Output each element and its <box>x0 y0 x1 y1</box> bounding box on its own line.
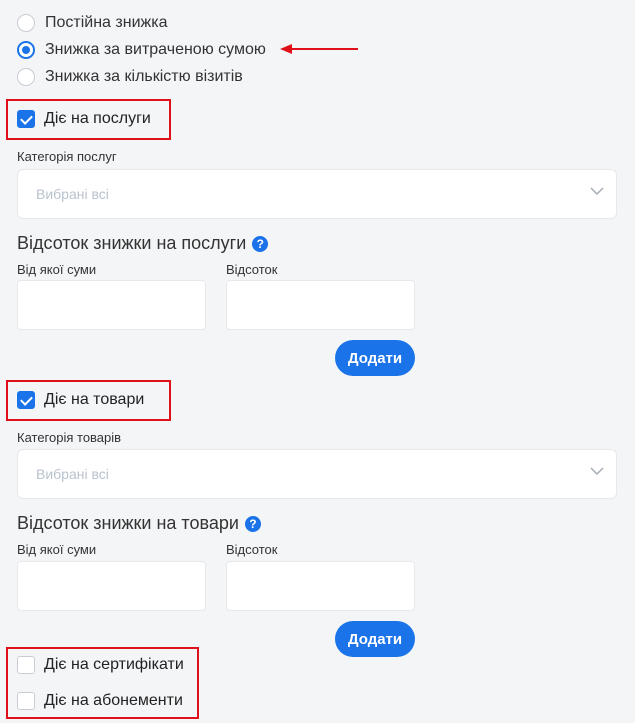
help-icon[interactable]: ? <box>244 515 261 532</box>
services-category-value: Вибрані всі <box>36 186 109 202</box>
goods-add-button[interactable]: Додати <box>335 621 415 657</box>
certificates-checkbox-label: Діє на сертифікати <box>44 656 184 673</box>
radio-visits-count-discount[interactable]: Знижка за кількістю візитів <box>17 66 243 88</box>
goods-from-sum-input[interactable] <box>17 561 206 611</box>
radio-spent-sum-discount[interactable]: Знижка за витраченою сумою <box>17 39 266 61</box>
goods-percent-title-text: Відсоток знижки на товари <box>17 513 239 533</box>
goods-checkbox-row[interactable]: Діє на товари <box>17 391 144 409</box>
services-checkbox[interactable] <box>17 110 35 128</box>
radio-label: Постійна знижка <box>45 14 168 31</box>
goods-category-label: Категорія товарів <box>17 430 122 445</box>
goods-checkbox-label: Діє на товари <box>44 391 145 408</box>
goods-percent-input[interactable] <box>226 561 415 611</box>
services-from-sum-input[interactable] <box>17 280 206 330</box>
goods-percent-label: Відсоток <box>226 542 278 557</box>
annotation-arrow-icon <box>280 44 358 54</box>
radio-label: Знижка за витраченою сумою <box>45 41 266 58</box>
services-percent-input[interactable] <box>226 280 415 330</box>
help-icon[interactable]: ? <box>252 235 269 252</box>
radio-permanent-discount[interactable]: Постійна знижка <box>17 12 167 34</box>
services-percent-title-text: Відсоток знижки на послуги <box>17 233 247 253</box>
radio-circle-selected[interactable] <box>17 41 35 59</box>
services-percent-title: Відсоток знижки на послуги ? <box>17 233 269 254</box>
subscriptions-checkbox-label: Діє на абонементи <box>44 692 183 709</box>
services-category-select[interactable]: Вибрані всі <box>17 169 617 219</box>
subscriptions-checkbox[interactable] <box>17 692 35 710</box>
services-percent-label: Відсоток <box>226 262 278 277</box>
goods-category-value: Вибрані всі <box>36 466 109 482</box>
goods-checkbox[interactable] <box>17 391 35 409</box>
services-from-sum-label: Від якої суми <box>17 262 97 277</box>
goods-category-select[interactable]: Вибрані всі <box>17 449 617 499</box>
radio-circle[interactable] <box>17 14 35 32</box>
chevron-down-icon <box>590 467 604 475</box>
certificates-checkbox-row[interactable]: Діє на сертифікати <box>17 656 184 674</box>
chevron-down-icon <box>590 187 604 195</box>
services-category-label: Категорія послуг <box>17 149 117 164</box>
subscriptions-checkbox-row[interactable]: Діє на абонементи <box>17 692 183 710</box>
goods-percent-title: Відсоток знижки на товари ? <box>17 513 261 534</box>
radio-circle[interactable] <box>17 68 35 86</box>
services-checkbox-row[interactable]: Діє на послуги <box>17 110 151 128</box>
goods-from-sum-label: Від якої суми <box>17 542 97 557</box>
radio-label: Знижка за кількістю візитів <box>45 68 243 85</box>
certificates-checkbox[interactable] <box>17 656 35 674</box>
services-add-button[interactable]: Додати <box>335 340 415 376</box>
services-checkbox-label: Діє на послуги <box>44 110 151 127</box>
